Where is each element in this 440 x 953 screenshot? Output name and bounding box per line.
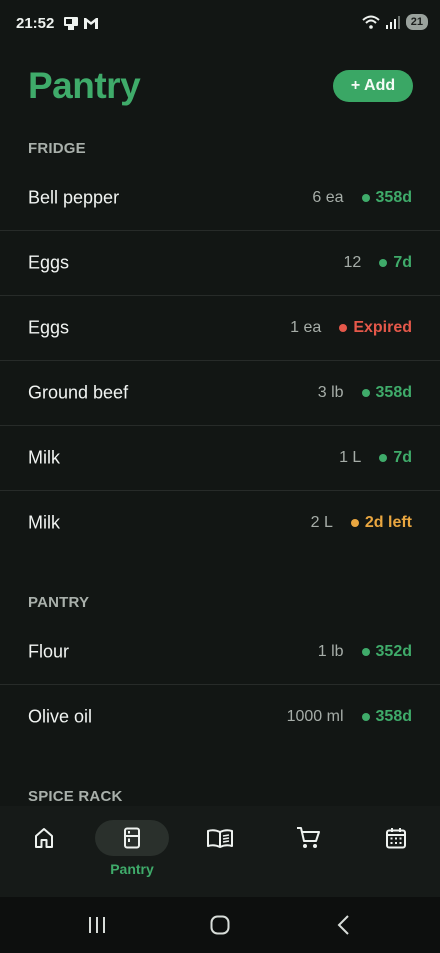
expiry-status: 358d [375, 708, 412, 725]
status-dot-icon [361, 648, 370, 656]
nav-home-pill [7, 820, 81, 856]
book-icon [207, 829, 233, 848]
expiry-status: 7d [393, 254, 412, 271]
nav-recipes-pill [183, 820, 257, 856]
nav-calendar[interactable] [352, 806, 440, 897]
add-button[interactable]: + Add [333, 70, 413, 102]
nav-pantry[interactable]: Pantry [88, 806, 176, 897]
wifi-icon [362, 15, 380, 29]
status-bar: 21:52 21 [0, 0, 440, 48]
recent-apps-icon [89, 917, 105, 933]
section-label: FRIDGE [28, 140, 86, 157]
expiry-status: Expired [353, 319, 412, 336]
status-time: 21:52 [16, 15, 55, 32]
list-item[interactable]: Milk 1 L 7d [0, 426, 440, 491]
section-header: SPICE RACK [0, 749, 440, 806]
notification-app-icon [64, 17, 78, 30]
signal-icon [385, 16, 400, 29]
item-meta: 12 7d [344, 254, 412, 272]
item-name: Flour [28, 641, 70, 662]
notification-icons [63, 15, 99, 31]
nav-pantry-label: Pantry [110, 861, 154, 877]
status-dot-icon [379, 259, 388, 267]
expiry-status: 7d [393, 449, 412, 466]
back-button[interactable] [313, 897, 373, 953]
expiry-status: 358d [375, 384, 412, 401]
nav-home[interactable] [0, 806, 88, 897]
gmail-icon [84, 18, 98, 29]
expiry-status: 352d [375, 643, 412, 660]
item-quantity: 2 L [310, 514, 333, 531]
item-meta: 1 L 7d [339, 449, 412, 467]
section-header: FRIDGE [0, 118, 440, 166]
item-quantity: 3 lb [317, 384, 344, 401]
item-quantity: 6 ea [312, 189, 344, 206]
status-dot-icon [361, 194, 370, 202]
expiry-status: 358d [375, 189, 412, 206]
item-name: Bell pepper [28, 187, 120, 208]
nav-shopping-pill [271, 820, 345, 856]
item-name: Olive oil [28, 706, 93, 727]
nav-pantry-pill [95, 820, 169, 856]
item-meta: 6 ea 358d [312, 189, 412, 207]
page-title: Pantry [28, 65, 141, 106]
item-name: Eggs [28, 252, 70, 273]
item-name: Milk [28, 512, 60, 533]
list-item[interactable]: Bell pepper 6 ea 358d [0, 166, 440, 231]
section-label: PANTRY [28, 594, 90, 611]
item-meta: 1 ea Expired [290, 319, 412, 337]
system-nav-bar [0, 897, 440, 953]
item-quantity: 1 L [339, 449, 362, 466]
item-meta: 3 lb 358d [318, 384, 412, 402]
back-icon [337, 915, 349, 935]
list-item[interactable]: Olive oil 1000 ml 358d [0, 685, 440, 749]
section-label: SPICE RACK [28, 788, 123, 805]
pantry-list[interactable]: FRIDGE Bell pepper 6 ea 358d Eggs 12 7d Eggs 1 e… [0, 118, 440, 806]
bottom-nav: Pantry [0, 806, 440, 897]
home-circle-icon [210, 915, 230, 935]
item-quantity: 1 ea [290, 319, 322, 336]
calendar-icon [386, 828, 406, 849]
list-item[interactable]: Milk 2 L 2d left [0, 491, 440, 555]
list-item[interactable]: Ground beef 3 lb 358d [0, 361, 440, 426]
item-quantity: 12 [343, 254, 362, 271]
item-name: Eggs [28, 317, 70, 338]
section-header: PANTRY [0, 555, 440, 620]
status-dot-icon [350, 519, 359, 527]
status-dot-icon [361, 713, 370, 721]
battery-indicator: 21 [405, 14, 428, 30]
list-item[interactable]: Eggs 12 7d [0, 231, 440, 296]
item-name: Ground beef [28, 382, 129, 403]
item-name: Milk [28, 447, 60, 468]
list-item[interactable]: Flour 1 lb 352d [0, 620, 440, 685]
home-icon [35, 828, 53, 848]
nav-shopping[interactable] [264, 806, 352, 897]
item-meta: 1000 ml 358d [287, 708, 412, 726]
home-button[interactable] [190, 897, 250, 953]
nav-recipes[interactable] [176, 806, 264, 897]
item-meta: 2 L 2d left [311, 514, 412, 532]
status-dot-icon [379, 454, 388, 462]
item-quantity: 1 lb [317, 643, 344, 660]
recent-apps-button[interactable] [67, 897, 127, 953]
expiry-status: 2d left [364, 514, 412, 531]
status-dot-icon [361, 389, 370, 397]
item-meta: 1 lb 352d [318, 643, 412, 661]
header: Pantry + Add [0, 60, 440, 118]
status-dot-icon [339, 324, 348, 332]
status-right: 21 [362, 14, 428, 30]
item-quantity: 1000 ml [286, 708, 344, 725]
list-item[interactable]: Eggs 1 ea Expired [0, 296, 440, 361]
cart-icon [297, 827, 320, 848]
fridge-icon [124, 827, 140, 849]
nav-calendar-pill [359, 820, 433, 856]
